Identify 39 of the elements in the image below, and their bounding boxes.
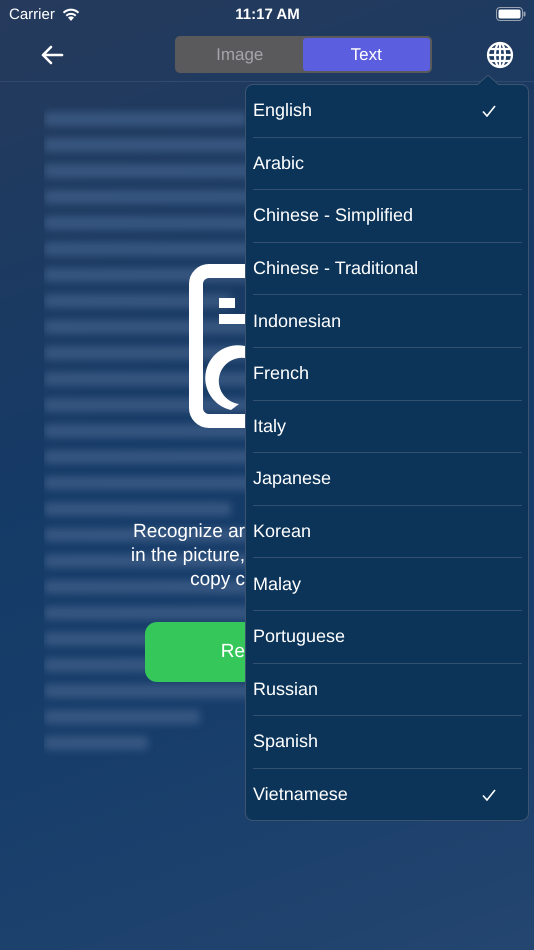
mode-tab[interactable]: Text — [303, 38, 430, 71]
language-label: Spanish — [253, 731, 318, 752]
language-label: Korean — [253, 521, 312, 542]
language-label: French — [253, 363, 310, 384]
language-option[interactable]: Arabic — [253, 138, 522, 190]
language-option[interactable]: Portuguese — [253, 610, 522, 664]
language-option[interactable]: Chinese - Traditional — [253, 242, 522, 296]
language-option[interactable]: Indonesian — [253, 295, 522, 348]
language-label: Italy — [253, 416, 286, 437]
language-option[interactable]: French — [253, 348, 522, 401]
carrier-label: Carrier — [9, 6, 55, 22]
language-option[interactable]: Russian — [253, 664, 522, 716]
language-option[interactable]: Japanese — [253, 453, 522, 506]
language-label: English — [253, 100, 312, 122]
language-label: Chinese - Traditional — [253, 258, 418, 280]
language-label: Vietnamese — [253, 784, 348, 806]
language-option[interactable]: Spanish — [253, 716, 522, 769]
globe-icon[interactable] — [486, 40, 514, 68]
back-arrow-icon[interactable] — [40, 44, 64, 64]
language-label: Arabic — [253, 152, 304, 174]
language-option[interactable]: Malay — [253, 558, 522, 611]
language-label: Russian — [253, 678, 318, 700]
clock-time: 11:17 AM — [235, 6, 300, 22]
intro-text-line: copy c — [190, 568, 245, 592]
language-label: Portuguese — [253, 626, 346, 648]
language-label: Chinese - Simplified — [253, 205, 414, 226]
language-option[interactable]: English — [253, 85, 522, 138]
wifi-icon — [60, 6, 81, 22]
language-option[interactable]: Vietnamese — [253, 768, 522, 820]
language-label: Indonesian — [253, 310, 342, 332]
language-label: Malay — [253, 574, 302, 595]
battery-icon — [496, 7, 526, 21]
language-option[interactable]: Korean — [253, 506, 522, 558]
frame-icon — [189, 264, 245, 428]
language-option[interactable]: Chinese - Simplified — [253, 190, 522, 243]
intro-text-line: Recognize ar — [133, 520, 245, 544]
language-label: Japanese — [253, 468, 332, 490]
language-option[interactable]: Italy — [253, 400, 522, 454]
intro-text-line: in the picture, — [130, 544, 245, 568]
